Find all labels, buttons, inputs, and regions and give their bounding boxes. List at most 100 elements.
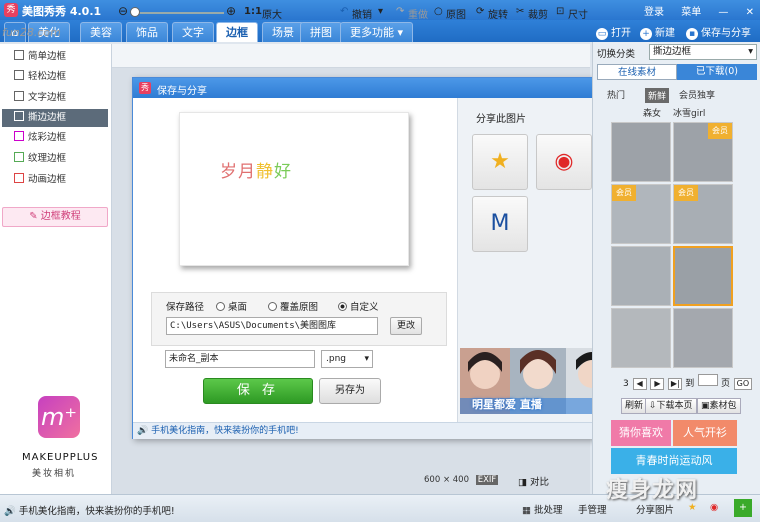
qzone-share-button[interactable]: ★ [472, 134, 528, 190]
material-thumb[interactable] [611, 246, 671, 306]
undo-icon[interactable]: ↶ [340, 6, 348, 17]
material-thumb[interactable]: 会员 [673, 184, 733, 244]
image-size: 600 × 400 EXIF [424, 475, 499, 485]
format-select[interactable]: .png ▾ [321, 350, 373, 368]
original-button[interactable]: 原图 [446, 6, 466, 21]
redo-button[interactable]: 重做 [408, 6, 428, 21]
library-icon: ▣ [701, 401, 710, 411]
batch-button[interactable]: ▦ 批处理 [522, 502, 563, 516]
subcat-snow[interactable]: 冰雪girl [673, 106, 705, 119]
tutorial-button[interactable]: ✎ 边框教程 [2, 207, 108, 227]
category-select[interactable]: 撕边边框 ▾ [649, 44, 757, 60]
disk-icon: ▪ [686, 28, 698, 40]
subcat-forest[interactable]: 森女 [643, 106, 661, 119]
material-thumb[interactable] [673, 308, 733, 368]
original-size-button[interactable]: 原大 [262, 6, 282, 21]
sidebar-item-texture[interactable]: 纹理边框 [14, 150, 66, 168]
frame-icon [14, 131, 24, 141]
radio-desktop[interactable]: 桌面 [216, 299, 247, 313]
tab-text[interactable]: 文字 [172, 22, 214, 42]
path-input[interactable]: C:\Users\ASUS\Documents\美图图库 [166, 317, 378, 335]
page-input[interactable] [698, 374, 719, 386]
subcat-vip[interactable]: 会员独享 [679, 88, 715, 101]
ad-name: MAKEUPPLUS [22, 452, 99, 463]
menu-link[interactable]: 菜单 [681, 7, 701, 18]
add-icon[interactable]: + [734, 499, 752, 517]
original-icon[interactable]: ○ [434, 6, 443, 17]
refresh-button[interactable]: 刷新 [621, 398, 648, 414]
rotate-icon[interactable]: ⟳ [476, 6, 484, 17]
radio-overwrite[interactable]: 覆盖原图 [268, 299, 318, 313]
prev-page-icon[interactable]: ◀ [632, 378, 647, 390]
image-preview: 岁月静好 [179, 112, 409, 266]
share-image-button[interactable]: 分享图片 [636, 502, 674, 516]
zoom-slider[interactable] [136, 12, 224, 14]
save-button[interactable]: 保 存 [203, 378, 313, 404]
sidebar-item-animated[interactable]: 动画边框 [14, 171, 66, 189]
library-button[interactable]: ▣素材包 [697, 398, 741, 414]
material-panel: 切换分类 撕边边框 ▾ 在线素材 已下载(0) 热门 新鲜 会员独享 森女 冰雪g… [592, 42, 760, 494]
resize-button[interactable]: 尺寸 [568, 6, 588, 21]
sidebar-item-colorful[interactable]: 炫彩边框 [14, 129, 66, 147]
weibo-share-button[interactable]: ◉ [536, 134, 592, 190]
page-label: 页 [721, 379, 731, 389]
sidebar-item-simple[interactable]: 简单边框 [14, 48, 66, 66]
undo-dropdown-icon[interactable]: ▾ [378, 6, 383, 17]
compare-button[interactable]: ◨ 对比 [518, 474, 549, 488]
material-thumb-selected[interactable] [673, 246, 733, 306]
go-button[interactable]: GO [733, 378, 752, 390]
zoom-out-icon[interactable]: ⊖ [118, 4, 128, 18]
open-button[interactable]: ▭ 打开 [596, 24, 631, 40]
material-thumb[interactable]: 会员 [673, 122, 733, 182]
save-share-button[interactable]: ▪ 保存与分享 [686, 24, 751, 40]
sidebar-item-torn[interactable]: 撕边边框 [2, 109, 108, 127]
resize-icon[interactable]: ⊡ [556, 6, 564, 17]
dialog-footer[interactable]: 🔊 手机美化指南，快来装扮你的手机吧! [133, 422, 619, 439]
login-link[interactable]: 登录 [644, 7, 664, 18]
manage-button[interactable]: 手管理 [578, 502, 607, 516]
rotate-button[interactable]: 旋转 [488, 6, 508, 21]
vip-badge: 会员 [612, 185, 636, 201]
tab-downloaded[interactable]: 已下载(0) [677, 64, 757, 80]
promo-guess[interactable]: 猜你喜欢 [611, 420, 671, 446]
undo-button[interactable]: 撤销 [352, 6, 372, 21]
download-page-button[interactable]: ⇩下载本页 [645, 398, 697, 414]
crop-icon[interactable]: ✂ [516, 6, 524, 17]
next-page-icon[interactable]: ▶ [650, 378, 665, 390]
crop-button[interactable]: 裁剪 [528, 6, 548, 21]
promo-sport[interactable]: 青春时尚运动风 [611, 448, 737, 474]
last-page-icon[interactable]: ▶| [668, 378, 683, 390]
meitu-share-button[interactable]: M [472, 196, 528, 252]
new-button[interactable]: + 新建 [640, 24, 675, 40]
zoom-ratio[interactable]: 1:1 [244, 6, 262, 17]
tab-beauty[interactable]: 美容 [80, 22, 122, 42]
tab-more[interactable]: 更多功能 ▾ [340, 22, 414, 42]
sidebar-item-text[interactable]: 文字边框 [14, 89, 66, 107]
radio-custom[interactable]: 自定义 [338, 299, 379, 313]
tab-decor[interactable]: 饰品 [126, 22, 168, 42]
subcat-new[interactable]: 新鲜 [645, 88, 670, 103]
preview-text: 岁月静好 [220, 162, 292, 182]
save-as-button[interactable]: 另存为 [319, 378, 381, 404]
subcat-hot[interactable]: 热门 [607, 88, 625, 101]
tab-border[interactable]: 边框 [216, 22, 258, 42]
material-thumb[interactable]: 会员 [611, 184, 671, 244]
switch-category-label: 切换分类 [597, 49, 636, 60]
material-thumb[interactable] [611, 122, 671, 182]
zoom-in-icon[interactable]: ⊕ [226, 4, 236, 18]
minimize-icon[interactable]: — [718, 7, 728, 18]
filename-input[interactable]: 未命名_副本 [165, 350, 315, 368]
exif-button[interactable]: EXIF [475, 475, 499, 485]
sidebar-item-easy[interactable]: 轻松边框 [14, 68, 66, 86]
material-thumb[interactable] [611, 308, 671, 368]
tab-online[interactable]: 在线素材 [597, 64, 677, 80]
close-icon[interactable]: ✕ [746, 7, 754, 18]
zoom-slider-knob[interactable] [130, 7, 140, 17]
redo-icon[interactable]: ↷ [396, 6, 404, 17]
tab-scene[interactable]: 场景 [262, 22, 304, 42]
promo-cardigan[interactable]: 人气开衫 [673, 420, 737, 446]
weibo-icon[interactable]: ◉ [710, 502, 718, 513]
change-path-button[interactable]: 更改 [390, 317, 422, 335]
status-message[interactable]: 🔊 手机美化指南，快来装扮你的手机吧! [4, 503, 175, 517]
tab-collage[interactable]: 拼图 [300, 22, 342, 42]
